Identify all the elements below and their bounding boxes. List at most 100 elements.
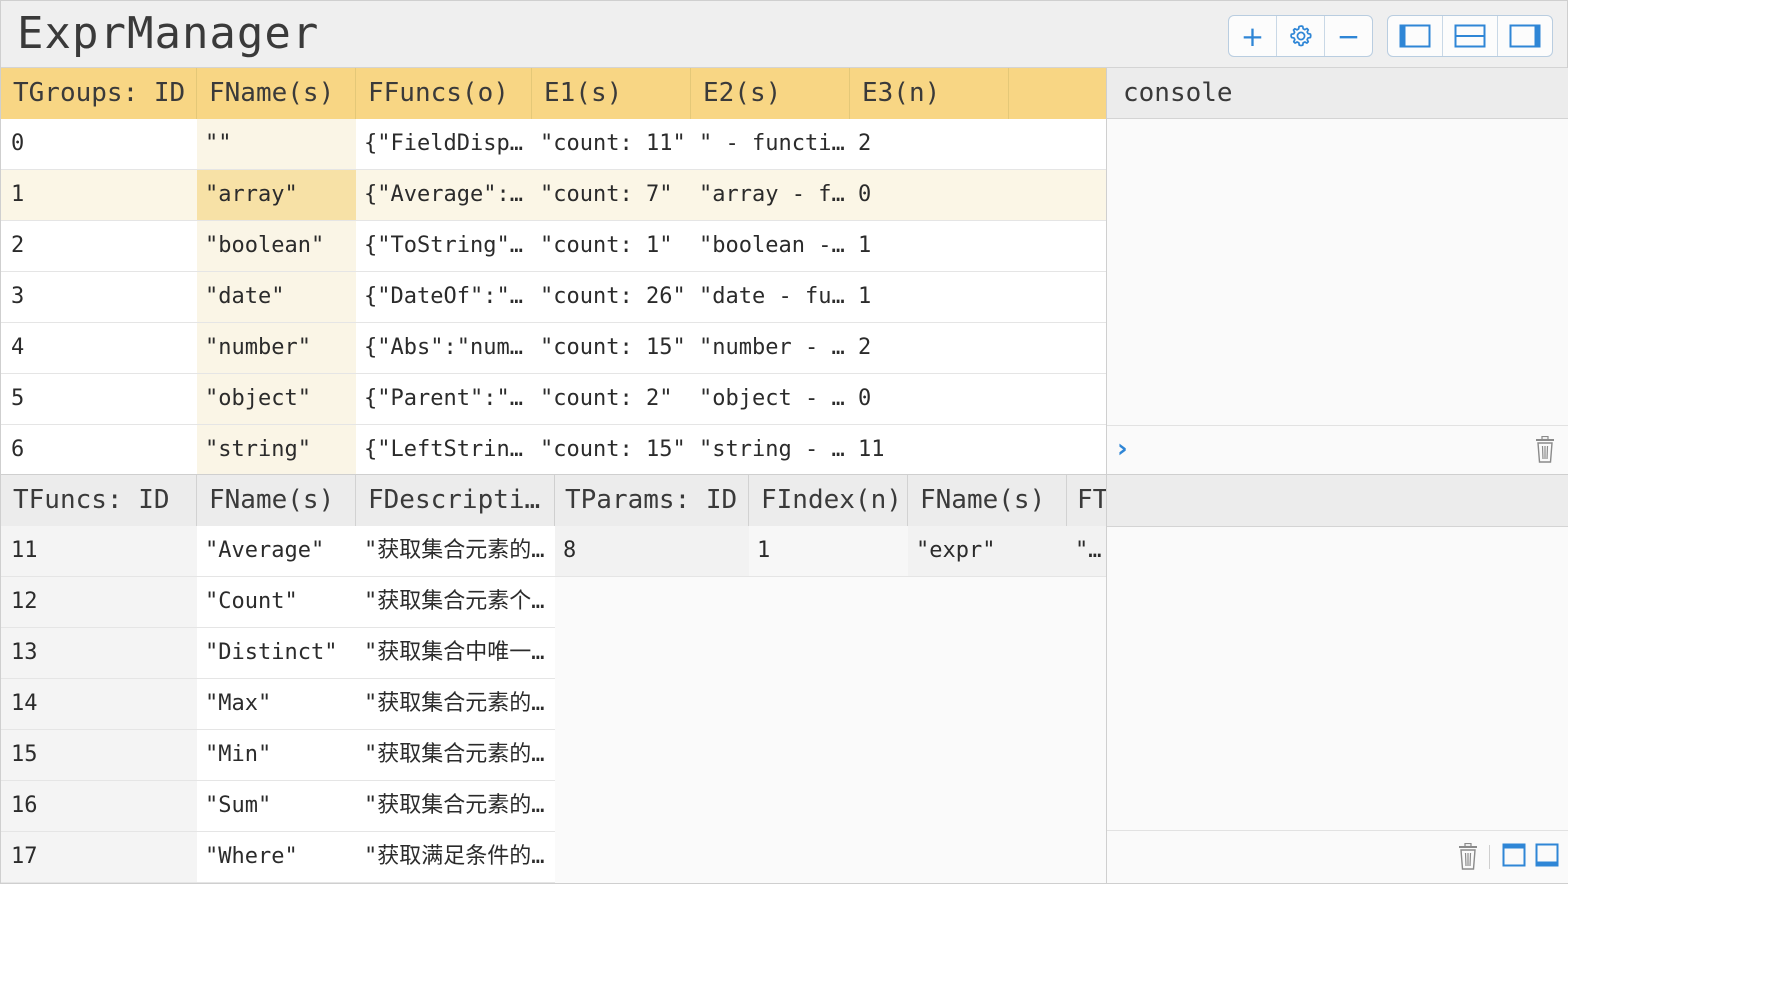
table-cell: "count: 7" — [540, 182, 673, 207]
column-header-e2[interactable]: E2(s) — [691, 68, 850, 119]
remove-button[interactable]: − — [1325, 16, 1372, 56]
dock-bottom-button[interactable] — [1535, 843, 1559, 871]
table-row[interactable]: 12 "Count" "获取集合元素个数" — [1, 577, 555, 628]
column-header-fname[interactable]: FName(s) — [908, 475, 1067, 526]
toggle-right-panel-button[interactable] — [1498, 16, 1552, 56]
detail-panel — [1106, 475, 1568, 883]
column-header-id[interactable]: TParams: ID — [555, 475, 749, 526]
toggle-left-panel-button[interactable] — [1388, 16, 1443, 56]
groups-table-body: 0 "" {"FieldDisp… "count: 11" " - functi… 2 1 "… — [1, 119, 1106, 476]
table-cell: "Count" — [205, 589, 298, 614]
table-cell: 15 — [1, 730, 197, 780]
record-toolbar: + − — [1228, 15, 1373, 57]
column-header-fname[interactable]: FName(s) — [197, 68, 356, 119]
table-cell: "string" — [197, 425, 356, 475]
detail-panel-footer — [1107, 830, 1568, 883]
table-cell: "count: 11" — [540, 131, 686, 156]
column-header-ft[interactable]: FT — [1067, 475, 1106, 526]
table-cell: "number - … — [699, 335, 845, 360]
table-row[interactable]: 16 "Sum" "获取集合元素的合… — [1, 781, 555, 832]
table-cell: 1 — [11, 182, 25, 207]
table-cell: "Distinct" — [205, 640, 338, 665]
table-cell — [1009, 425, 1106, 475]
detail-panel-header — [1107, 475, 1568, 527]
table-cell: "获取满足条件的元… — [364, 844, 555, 869]
table-row[interactable]: 14 "Max" "获取集合元素的最… — [1, 679, 555, 730]
table-cell: 4 — [11, 335, 25, 360]
dock-top-button[interactable] — [1502, 843, 1526, 871]
table-cell: 12 — [1, 577, 197, 627]
table-cell: "date" — [197, 272, 356, 322]
clear-console-button[interactable] — [1534, 435, 1556, 468]
table-row[interactable]: 3 "date" {"DateOf":"… "count: 26" "date - fu… — [1, 272, 1106, 323]
table-row[interactable]: 2 "boolean" {"ToString"… "count: 1" "boolean… — [1, 221, 1106, 272]
table-cell: "count: 26" — [540, 284, 686, 309]
column-header-ffuncs[interactable]: FFuncs(o) — [356, 68, 532, 119]
settings-button[interactable] — [1277, 16, 1325, 56]
column-header-findex[interactable]: FIndex(n) — [749, 475, 908, 526]
params-table-header: TParams: ID FIndex(n) FName(s) FT — [555, 475, 1106, 527]
table-cell: 17 — [1, 832, 197, 882]
column-header-empty — [1009, 68, 1106, 119]
table-cell: 13 — [1, 628, 197, 678]
clear-button[interactable] — [1457, 842, 1479, 875]
table-cell: 16 — [1, 781, 197, 831]
trash-icon — [1536, 435, 1554, 463]
table-cell: "expr" — [916, 538, 996, 563]
table-cell — [1009, 323, 1106, 373]
table-row[interactable]: 6 "string" {"LeftStrin… "count: 15" "string … — [1, 425, 1106, 476]
table-cell: {"DateOf":"… — [364, 284, 523, 309]
column-header-id[interactable]: TFuncs: ID — [1, 475, 197, 526]
table-cell: "Where" — [205, 844, 298, 869]
table-cell: "Min" — [205, 742, 272, 767]
table-cell: 2 — [858, 131, 872, 156]
table-row[interactable]: 11 "Average" "获取集合元素的平… — [1, 526, 555, 577]
table-row[interactable]: 81 "expr" "ex — [555, 526, 1106, 577]
console-input[interactable]: › — [1107, 425, 1568, 474]
funcs-table-header: TFuncs: ID FName(s) FDescriptio… — [1, 475, 555, 527]
table-cell: "Average" — [205, 538, 325, 563]
table-cell: {"ToString"… — [364, 233, 523, 258]
table-cell — [1009, 272, 1106, 322]
table-cell: "number" — [197, 323, 356, 373]
column-header-e1[interactable]: E1(s) — [532, 68, 691, 119]
prompt-chevron-icon: › — [1117, 434, 1128, 464]
table-row[interactable]: 4 "number" {"Abs":"num… "count: 15" "number … — [1, 323, 1106, 374]
table-cell: "count: 15" — [540, 437, 686, 462]
table-row[interactable]: 0 "" {"FieldDisp… "count: 11" " - functi… 2 — [1, 119, 1106, 170]
table-cell: "object - … — [699, 386, 845, 411]
add-button[interactable]: + — [1229, 16, 1277, 56]
table-cell — [1009, 170, 1106, 220]
layout-toolbar — [1387, 15, 1553, 57]
table-row[interactable]: 15 "Min" "获取集合元素的最… — [1, 730, 555, 781]
toggle-bottom-panel-button[interactable] — [1443, 16, 1498, 56]
table-cell: "ex — [1075, 538, 1106, 563]
toolbar-separator — [1489, 845, 1490, 869]
trash-icon — [1459, 842, 1477, 870]
table-row[interactable]: 1 "array" {"Average":… "count: 7" "array - f… — [1, 170, 1106, 221]
table-row[interactable]: 17 "Where" "获取满足条件的元… — [1, 832, 555, 883]
table-cell: "count: 1" — [540, 233, 673, 258]
plus-icon: + — [1240, 19, 1265, 53]
table-cell: "boolean" — [197, 221, 356, 271]
title-bar: ExprManager + − — [1, 1, 1567, 68]
column-header-fname[interactable]: FName(s) — [197, 475, 356, 526]
table-cell: "date - fu… — [699, 284, 845, 309]
table-row[interactable]: 5 "object" {"Parent":"… "count: 2" "object -… — [1, 374, 1106, 425]
table-cell: "获取集合元素的最… — [364, 691, 555, 716]
table-cell: "object" — [197, 374, 356, 424]
table-row[interactable]: 13 "Distinct" "获取集合中唯一元… — [1, 628, 555, 679]
panel-right-icon — [1509, 24, 1541, 48]
column-header-e3[interactable]: E3(n) — [850, 68, 1009, 119]
table-cell: 0 — [858, 386, 872, 411]
table-cell: 14 — [1, 679, 197, 729]
table-cell: "获取集合元素的合… — [364, 793, 555, 818]
column-header-fdescription[interactable]: FDescriptio… — [356, 475, 555, 526]
app-title: ExprManager — [17, 8, 320, 59]
table-cell: "array" — [197, 170, 356, 220]
column-header-id[interactable]: TGroups: ID — [1, 68, 197, 119]
table-cell: 8 — [555, 526, 749, 576]
table-cell: 1 — [749, 526, 908, 576]
panel-left-icon — [1399, 24, 1431, 48]
table-cell: 5 — [11, 386, 25, 411]
